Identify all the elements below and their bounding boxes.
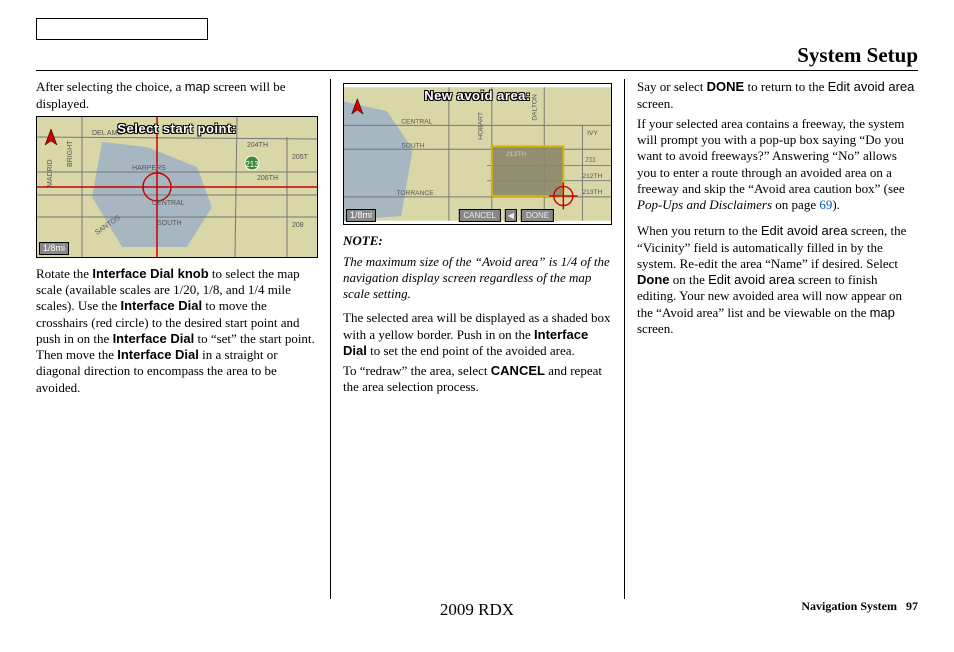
page-title: System Setup: [36, 42, 918, 68]
col2-para2: To “redraw” the area, select CANCEL and …: [343, 363, 612, 396]
svg-text:213TH: 213TH: [506, 151, 526, 158]
col1-para2: Rotate the Interface Dial knob to select…: [36, 266, 318, 396]
svg-text:TORRANCE: TORRANCE: [396, 190, 434, 197]
svg-text:212TH: 212TH: [582, 173, 602, 180]
svg-text:HARPERS: HARPERS: [132, 165, 166, 172]
note-block: NOTE: The maximum size of the “Avoid are…: [343, 233, 612, 302]
svg-text:211: 211: [585, 157, 596, 164]
map2-svg: CENTRAL SOUTH TORRANCE HOBART DALTON IVY…: [344, 84, 611, 224]
column-1: After selecting the choice, a map screen…: [36, 79, 330, 599]
map1-svg: 213 DEL AMO HARPERS CENTRAL SOUTH MADRID…: [37, 117, 317, 257]
col3-para1: Say or select DONE to return to the Edit…: [637, 79, 918, 112]
svg-text:208: 208: [292, 222, 304, 229]
map2-arrow: ◀: [505, 209, 517, 222]
map2-title: New avoid area:: [344, 88, 611, 104]
svg-text:BRIGHT: BRIGHT: [67, 140, 74, 167]
svg-text:CENTRAL: CENTRAL: [401, 119, 432, 126]
column-3: Say or select DONE to return to the Edit…: [624, 79, 918, 599]
map-figure-2: CENTRAL SOUTH TORRANCE HOBART DALTON IVY…: [343, 83, 612, 225]
svg-text:213TH: 213TH: [582, 189, 602, 196]
svg-text:213: 213: [245, 160, 259, 169]
svg-text:IVY: IVY: [587, 130, 598, 137]
header-empty-box: [36, 18, 208, 40]
map1-title: Select start point:: [37, 121, 317, 137]
footer: 2009 RDX Navigation System 97: [36, 599, 918, 619]
col3-para2: If your selected area contains a freeway…: [637, 116, 918, 214]
col1-para1: After selecting the choice, a map screen…: [36, 79, 318, 112]
svg-text:206TH: 206TH: [257, 175, 278, 182]
svg-text:CENTRAL: CENTRAL: [152, 200, 185, 207]
note-text: The maximum size of the “Avoid area” is …: [343, 254, 612, 303]
col3-para3: When you return to the Edit avoid area s…: [637, 223, 918, 337]
svg-text:204TH: 204TH: [247, 142, 268, 149]
col2-para1: The selected area will be displayed as a…: [343, 310, 612, 359]
map2-buttons: CANCEL ◀ DONE: [458, 209, 554, 222]
map2-cancel-button: CANCEL: [458, 209, 500, 222]
note-label: NOTE:: [343, 233, 612, 249]
map2-done-button: DONE: [521, 209, 554, 222]
svg-text:SOUTH: SOUTH: [157, 220, 182, 227]
map2-scale: 1/8mi: [346, 209, 376, 222]
svg-text:HOBART: HOBART: [477, 112, 484, 140]
title-rule: [36, 70, 918, 71]
footer-model: 2009 RDX: [36, 599, 918, 620]
page-link-69[interactable]: 69: [819, 197, 832, 212]
svg-text:MADRID: MADRID: [47, 159, 54, 187]
svg-text:SOUTH: SOUTH: [401, 143, 424, 150]
map-figure-1: 213 DEL AMO HARPERS CENTRAL SOUTH MADRID…: [36, 116, 318, 258]
columns: After selecting the choice, a map screen…: [36, 79, 918, 599]
column-2: CENTRAL SOUTH TORRANCE HOBART DALTON IVY…: [330, 79, 624, 599]
svg-text:205T: 205T: [292, 154, 309, 161]
map1-scale: 1/8mi: [39, 242, 69, 255]
